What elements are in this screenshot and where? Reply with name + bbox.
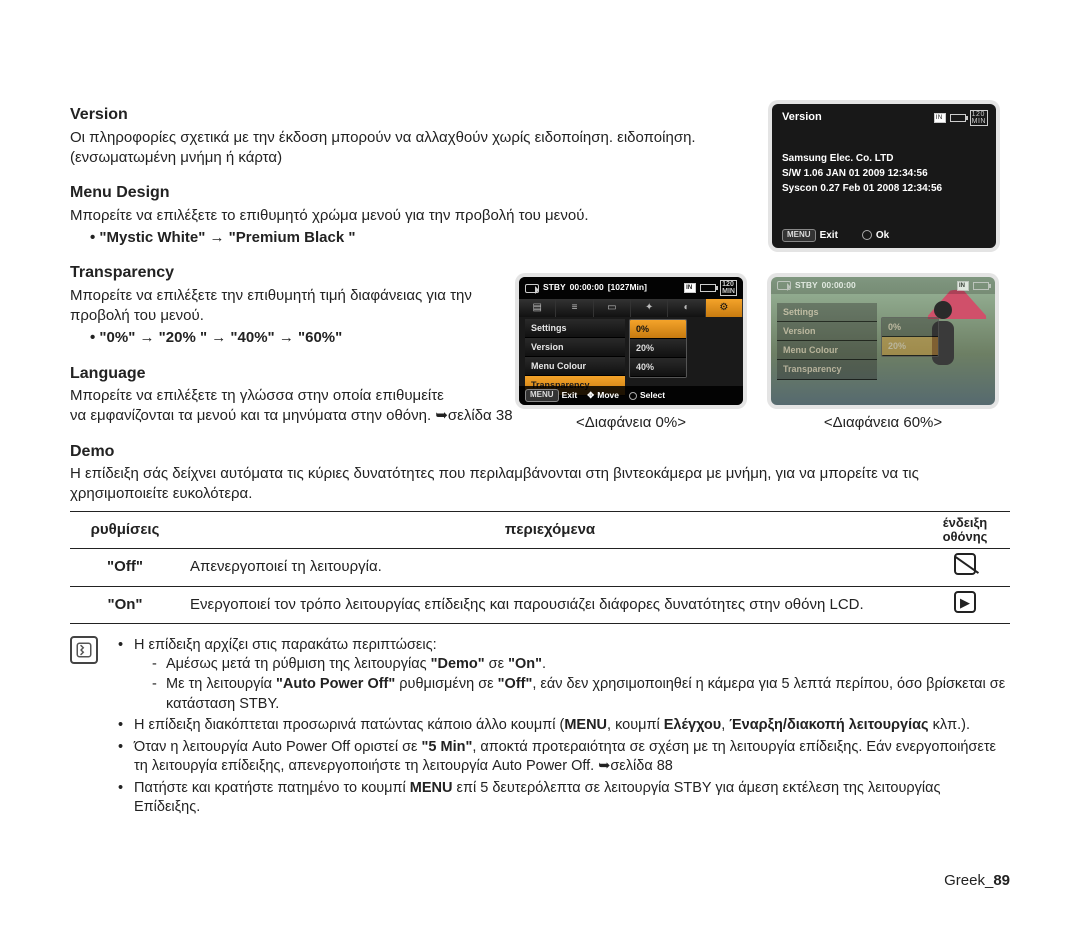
- heading-menu-design: Menu Design: [70, 182, 770, 204]
- heading-transparency: Transparency: [70, 262, 510, 284]
- version-sw: S/W 1.06 JAN 01 2009 12:34:56: [782, 166, 986, 181]
- text-menu-design: Μπορείτε να επιλέξετε το επιθυμητό χρώμα…: [70, 206, 770, 226]
- card-in-icon: [684, 283, 696, 293]
- menu-row-settings[interactable]: Settings: [525, 319, 625, 338]
- version-panel: Version 120MIN Samsung Elec. Co. LTD S/W…: [772, 104, 996, 248]
- caption-60pct: <Διαφάνεια 60%>: [767, 413, 999, 433]
- stby-bottom-bar: MENUExit ✥Move Select: [519, 386, 743, 405]
- caption-0pct: <Διαφάνεια 0%>: [515, 413, 747, 433]
- version-exit-button[interactable]: MENU Exit: [782, 229, 838, 243]
- toolbar-tile-icon[interactable]: ◐: [668, 299, 705, 317]
- stby-top-bar: STBY 00:00:00 [1027Min] 120MIN: [519, 277, 743, 299]
- note-icon: [70, 636, 98, 664]
- version-syscon: Syscon 0.27 Feb 01 2008 12:34:56: [782, 181, 986, 196]
- popout-option-0[interactable]: 0%: [882, 318, 938, 337]
- transparency-popout-faded: 0% 20%: [881, 317, 939, 357]
- th-settings: ρυθμίσεις: [70, 511, 180, 549]
- heading-demo: Demo: [70, 441, 1010, 463]
- table-row: "On" Ενεργοποιεί τον τρόπο λειτουργίας ε…: [70, 586, 1010, 623]
- move-hint: ✥Move: [587, 390, 619, 401]
- notes-list: Η επίδειξη αρχίζει στις παρακάτω περιπτώ…: [114, 636, 1010, 820]
- dpad-icon: ✥: [587, 390, 594, 401]
- cell-on-label: "On": [70, 586, 180, 623]
- stby-label: STBY: [543, 282, 566, 293]
- exit-button[interactable]: MENUExit: [525, 389, 577, 402]
- popout-option-20[interactable]: 20%: [630, 339, 686, 358]
- battery-icon: [973, 282, 989, 290]
- table-row: "Off" Απενεργοποιεί τη λειτουργία.: [70, 549, 1010, 586]
- toolbar-tile-icon[interactable]: ▤: [519, 299, 556, 317]
- toolbar-tile-icon[interactable]: ⚙: [706, 299, 743, 317]
- select-circle-icon: [629, 392, 637, 400]
- menu-pill-icon: MENU: [782, 229, 816, 242]
- note-item: Η επίδειξη διακόπτεται προσωρινά πατώντα…: [114, 716, 1010, 736]
- cell-off-label: "Off": [70, 549, 180, 586]
- menu-row-version[interactable]: Version: [525, 338, 625, 357]
- popout-option-40[interactable]: 40%: [630, 358, 686, 377]
- camera-icon: [777, 281, 791, 290]
- stby-top-bar-faded: STBY 00:00:00: [771, 277, 995, 294]
- popout-option-0[interactable]: 0%: [630, 320, 686, 339]
- cell-off-desc: Απενεργοποιεί τη λειτουργία.: [180, 549, 920, 586]
- settings-menu-list-faded: Settings Version Menu Colour Transparenc…: [777, 303, 877, 380]
- version-panel-status-icons: 120MIN: [934, 110, 988, 126]
- transparency-options: "0%" → "20% " → "40%" → "60%": [90, 328, 510, 348]
- text-demo: Η επίδειξη σάς δείχνει αυτόματα τις κύρι…: [70, 464, 1010, 505]
- card-in-icon: [934, 113, 946, 123]
- note-item: Πατήστε και κρατήστε πατημένο το κουμπί …: [114, 779, 1010, 818]
- minutes-icon: 120MIN: [720, 280, 737, 296]
- popout-option-20[interactable]: 20%: [882, 337, 938, 356]
- menu-row-menu-colour[interactable]: Menu Colour: [777, 341, 877, 360]
- page-number: Greek_89: [944, 871, 1010, 891]
- ok-label: Ok: [876, 229, 889, 243]
- th-contents: περιεχόμενα: [180, 511, 920, 549]
- battery-icon: [700, 284, 716, 292]
- toolbar-tile-icon[interactable]: ✦: [631, 299, 668, 317]
- version-company: Samsung Elec. Co. LTD: [782, 151, 986, 166]
- stby-panel-0pct: STBY 00:00:00 [1027Min] 120MIN ▤ ≡ ▭ ✦ ◐: [515, 273, 747, 409]
- stby-panel-60pct: STBY 00:00:00 Settings Version Menu Colo…: [767, 273, 999, 409]
- version-panel-frame: Version 120MIN Samsung Elec. Co. LTD S/W…: [768, 100, 1000, 252]
- heading-language: Language: [70, 363, 510, 385]
- text-version: Οι πληροφορίες σχετικά με την έκδοση μπο…: [70, 128, 770, 169]
- note-item: Όταν η λειτουργία Auto Power Off οριστεί…: [114, 738, 1010, 777]
- note-sub-item: Με τη λειτουργία "Auto Power Off" ρυθμισ…: [152, 675, 1010, 714]
- ok-circle-icon: [862, 230, 872, 240]
- menu-row-transparency[interactable]: Transparency: [777, 360, 877, 379]
- transparency-popout: 0% 20% 40%: [629, 319, 687, 378]
- camera-icon: [525, 284, 539, 293]
- note-item: Η επίδειξη αρχίζει στις παρακάτω περιπτώ…: [114, 636, 1010, 714]
- version-panel-body: Samsung Elec. Co. LTD S/W 1.06 JAN 01 20…: [782, 151, 986, 196]
- heading-version: Version: [70, 104, 770, 126]
- demo-table: ρυθμίσεις περιεχόμενα ένδειξη οθόνης "Of…: [70, 511, 1010, 624]
- demo-on-icon: [954, 591, 976, 613]
- menu-row-menu-colour[interactable]: Menu Colour: [525, 357, 625, 376]
- battery-icon: [950, 114, 966, 122]
- toolbar-tile-icon[interactable]: ▭: [594, 299, 631, 317]
- menu-row-settings[interactable]: Settings: [777, 303, 877, 322]
- card-in-icon: [957, 281, 969, 291]
- note-sub-item: Αμέσως μετά τη ρύθμιση της λειτουργίας "…: [152, 655, 1010, 675]
- demo-off-icon: [954, 553, 976, 575]
- menu-design-option: "Mystic White" → "Premium Black ": [90, 228, 770, 248]
- toolbar-icons: ▤ ≡ ▭ ✦ ◐ ⚙: [519, 299, 743, 317]
- menu-row-version[interactable]: Version: [777, 322, 877, 341]
- version-ok-button[interactable]: Ok: [862, 229, 889, 243]
- text-transparency: Μπορείτε να επιλέξετε την επιθυμητή τιμή…: [70, 286, 510, 327]
- select-hint: Select: [629, 390, 665, 401]
- stby-remain: [1027Min]: [608, 282, 647, 293]
- text-language-1: Μπορείτε να επιλέξετε τη γλώσσα στην οπο…: [70, 386, 510, 406]
- settings-menu-list: Settings Version Menu Colour Transparenc…: [525, 319, 625, 396]
- toolbar-tile-icon[interactable]: ≡: [556, 299, 593, 317]
- minutes-icon: 120MIN: [970, 110, 988, 126]
- exit-label: Exit: [820, 229, 838, 243]
- stby-time: 00:00:00: [570, 282, 604, 293]
- cell-on-desc: Ενεργοποιεί τον τρόπο λειτουργίας επίδει…: [180, 586, 920, 623]
- th-indicator: ένδειξη οθόνης: [920, 511, 1010, 549]
